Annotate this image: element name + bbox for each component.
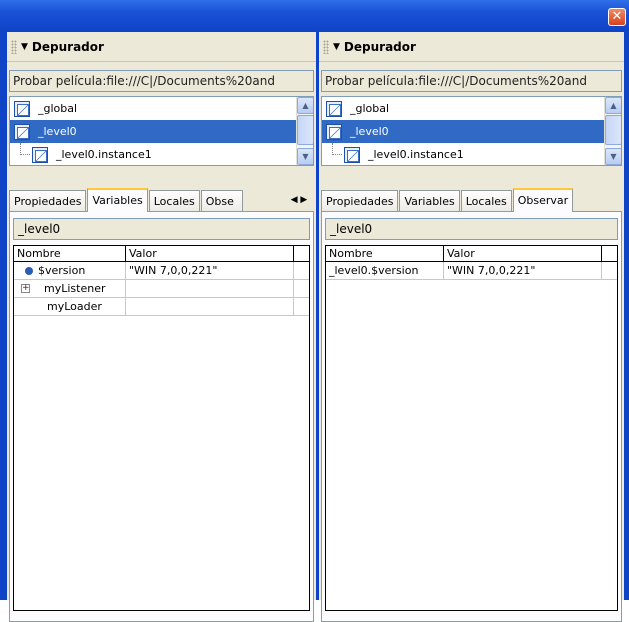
column-header-nombre[interactable]: Nombre <box>14 246 126 261</box>
movieclip-icon <box>14 100 30 117</box>
movieclip-icon <box>326 123 342 140</box>
tree-item-label: _level0.instance1 <box>56 148 152 161</box>
debugger-panel-left: ▼ Depurador Probar película:file:///C|/D… <box>7 32 316 622</box>
tree-connector <box>20 143 30 155</box>
tab-observar[interactable]: Observar <box>512 188 574 212</box>
scroll-down-arrow-icon[interactable]: ▼ <box>297 148 313 165</box>
panel-title: Depurador <box>31 39 104 54</box>
table-row[interactable]: + myListener <box>14 280 309 298</box>
expand-plus-icon[interactable]: + <box>21 284 30 293</box>
tab-locales[interactable]: Locales <box>460 190 512 211</box>
cell-name: myLoader <box>14 298 126 315</box>
movieclip-icon <box>32 146 48 163</box>
tree-item-label: _level0 <box>350 125 389 138</box>
tree-item-level0[interactable]: _level0 <box>10 120 313 143</box>
grid-header: Nombre Valor <box>14 246 309 262</box>
table-row[interactable]: _level0.$version "WIN 7,0,0,221" <box>326 262 617 280</box>
row-value[interactable]: "WIN 7,0,0,221" <box>126 262 294 279</box>
tab-strip: Propiedades Variables Locales Observar <box>321 188 622 212</box>
cell-name: + myListener <box>14 280 126 297</box>
movieclip-tree: _global _level0 _level0.instance1 ▲ ▼ <box>321 96 622 166</box>
table-row[interactable]: myLoader <box>14 298 309 316</box>
tab-variables[interactable]: Variables <box>87 188 148 212</box>
scroll-up-arrow-icon[interactable]: ▲ <box>297 97 313 114</box>
tab-variables[interactable]: Variables <box>399 190 460 211</box>
movieclip-icon <box>14 123 30 140</box>
panel-title: Depurador <box>343 39 416 54</box>
target-path-field: _level0 <box>13 218 310 240</box>
scroll-down-arrow-icon[interactable]: ▼ <box>605 148 621 165</box>
movie-url-field: Probar película:file:///C|/Documents%20a… <box>9 70 314 92</box>
tree-item-label: _global <box>38 102 78 115</box>
tree-item-label: _level0 <box>38 125 77 138</box>
tree-item-instance1[interactable]: _level0.instance1 <box>322 143 621 165</box>
movie-url-field: Probar película:file:///C|/Documents%20a… <box>321 70 622 92</box>
table-row[interactable]: $version "WIN 7,0,0,221" <box>14 262 309 280</box>
tab-locales[interactable]: Locales <box>148 190 200 211</box>
variables-grid: Nombre Valor $version "WIN 7,0,0,221" + … <box>13 245 310 611</box>
tree-connector <box>332 143 342 155</box>
tab-scroll-arrows-icon[interactable]: ◀ ▶ <box>284 191 314 209</box>
scroll-thumb[interactable] <box>605 115 621 145</box>
row-name: $version <box>38 264 86 277</box>
grid-header: Nombre Valor <box>326 246 617 262</box>
debugger-panel-right: ▼ Depurador Probar película:file:///C|/D… <box>319 32 624 622</box>
scroll-up-arrow-icon[interactable]: ▲ <box>605 97 621 114</box>
tab-content: _level0 Nombre Valor _level0.$version "W… <box>321 212 622 622</box>
panel-header[interactable]: ▼ Depurador <box>7 32 316 62</box>
watch-grid: Nombre Valor _level0.$version "WIN 7,0,0… <box>325 245 618 611</box>
row-name: myListener <box>44 282 106 295</box>
cell-name: $version <box>14 262 126 279</box>
tree-item-label: _global <box>350 102 390 115</box>
row-name: _level0.$version <box>326 262 444 279</box>
close-icon[interactable]: ✕ <box>608 8 626 26</box>
column-header-valor[interactable]: Valor <box>126 246 294 261</box>
row-name: myLoader <box>47 300 102 313</box>
triangle-down-icon[interactable]: ▼ <box>333 42 340 52</box>
scroll-thumb[interactable] <box>297 115 313 145</box>
row-value[interactable] <box>126 280 294 297</box>
tab-content: _level0 Nombre Valor $version "WIN 7,0,0… <box>9 212 314 622</box>
tree-scrollbar[interactable]: ▲ ▼ <box>296 97 313 165</box>
tree-item-instance1[interactable]: _level0.instance1 <box>10 143 313 165</box>
grip-handle-icon[interactable] <box>11 39 17 54</box>
column-header-valor[interactable]: Valor <box>444 246 602 261</box>
tree-item-label: _level0.instance1 <box>368 148 464 161</box>
movieclip-icon <box>326 100 342 117</box>
grip-handle-icon[interactable] <box>323 39 329 54</box>
window-title-bar: ✕ <box>0 0 629 30</box>
panel-header[interactable]: ▼ Depurador <box>319 32 624 62</box>
variable-bullet-icon <box>25 266 33 275</box>
row-value[interactable]: "WIN 7,0,0,221" <box>444 262 602 279</box>
tab-strip: Propiedades Variables Locales Obse ◀ ▶ <box>9 188 314 212</box>
tab-propiedades[interactable]: Propiedades <box>9 190 87 211</box>
target-path-field: _level0 <box>325 218 618 240</box>
tree-scrollbar[interactable]: ▲ ▼ <box>604 97 621 165</box>
movieclip-icon <box>344 146 360 163</box>
column-header-nombre[interactable]: Nombre <box>326 246 444 261</box>
tab-observar[interactable]: Obse <box>200 190 243 211</box>
movieclip-tree: _global _level0 _level0.instance1 ▲ ▼ <box>9 96 314 166</box>
tree-item-global[interactable]: _global <box>322 97 621 120</box>
row-value[interactable] <box>126 298 294 315</box>
tree-item-global[interactable]: _global <box>10 97 313 120</box>
tab-propiedades[interactable]: Propiedades <box>321 190 399 211</box>
triangle-down-icon[interactable]: ▼ <box>21 42 28 52</box>
tree-item-level0[interactable]: _level0 <box>322 120 621 143</box>
